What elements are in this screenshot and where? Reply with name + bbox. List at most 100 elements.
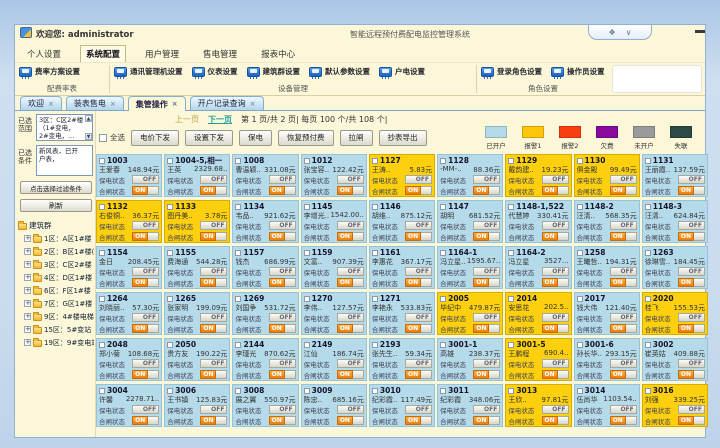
keep-power-toggle[interactable]: OFF bbox=[132, 359, 159, 368]
toolbar-button[interactable]: 电价下发 bbox=[131, 130, 179, 146]
card-checkbox[interactable] bbox=[508, 296, 514, 302]
next-page-link[interactable]: 下一页 bbox=[208, 114, 232, 125]
switch-state-toggle[interactable]: ON bbox=[405, 416, 432, 425]
ribbon-button[interactable]: 户电设置 bbox=[379, 66, 425, 77]
card-checkbox[interactable] bbox=[99, 388, 105, 394]
keep-power-toggle[interactable]: OFF bbox=[269, 359, 296, 368]
card-checkbox[interactable] bbox=[440, 342, 446, 348]
scroll-up-icon[interactable]: ▲ bbox=[85, 115, 92, 122]
switch-state-toggle[interactable]: ON bbox=[200, 370, 227, 379]
document-tab[interactable]: 集管操作 × bbox=[128, 96, 186, 111]
meter-card[interactable]: 1270 李伟.. 127.57元 保电状态 OFF 合闸状态 ON bbox=[301, 292, 367, 335]
keep-power-toggle[interactable]: OFF bbox=[473, 175, 500, 184]
meter-card[interactable]: 3013 王欣.. 97.81元 保电状态 OFF 合闸状态 ON bbox=[505, 384, 571, 427]
keep-power-toggle[interactable]: OFF bbox=[269, 221, 296, 230]
meter-card[interactable]: 2014 安思花 202.5.. 保电状态 OFF 合闸状态 ON bbox=[505, 292, 571, 335]
card-checkbox[interactable] bbox=[440, 204, 446, 210]
meter-card[interactable]: 3009 陈忠.. 685.16元 保电状态 OFF 合闸状态 ON bbox=[301, 384, 367, 427]
tree-item[interactable]: + 3区：C区2#楼（1 bbox=[18, 258, 94, 271]
keep-power-toggle[interactable]: OFF bbox=[473, 267, 500, 276]
switch-state-toggle[interactable]: ON bbox=[473, 232, 500, 241]
switch-state-toggle[interactable]: ON bbox=[337, 370, 364, 379]
meter-card[interactable]: 1004-5,相一 王英 2329.68.. 保电状态 OFF 合闸状态 ON bbox=[164, 154, 230, 197]
card-checkbox[interactable] bbox=[508, 204, 514, 210]
expand-plus-icon[interactable]: + bbox=[24, 248, 31, 255]
card-checkbox[interactable] bbox=[167, 204, 173, 210]
keep-power-toggle[interactable]: OFF bbox=[337, 359, 364, 368]
meter-card[interactable]: 1263 徐琳雪.. 184.45元 保电状态 OFF 合闸状态 ON bbox=[642, 246, 708, 289]
meter-card[interactable]: 2005 毕纪中 479.87元 保电状态 OFF 合闸状态 ON bbox=[437, 292, 503, 335]
meter-card[interactable]: 1003 王爱春 148.94元 保电状态 OFF 合闸状态 ON bbox=[96, 154, 162, 197]
switch-state-toggle[interactable]: ON bbox=[405, 186, 432, 195]
meter-card[interactable]: 1164-2 冯立星 3527... 保电状态 OFF 合闸状态 ON bbox=[505, 246, 571, 289]
close-icon[interactable]: × bbox=[48, 100, 54, 108]
meter-card[interactable]: 1148-2 汪清.. 568.35元 保电状态 OFF 合闸状态 ON bbox=[574, 200, 640, 243]
toolbar-button[interactable]: 拉闸 bbox=[340, 130, 373, 146]
card-checkbox[interactable] bbox=[577, 250, 583, 256]
switch-state-toggle[interactable]: ON bbox=[200, 278, 227, 287]
switch-state-toggle[interactable]: ON bbox=[269, 232, 296, 241]
keep-power-toggle[interactable]: OFF bbox=[132, 221, 159, 230]
document-tab[interactable]: 装表售电 × bbox=[66, 96, 124, 110]
keep-power-toggle[interactable]: OFF bbox=[610, 359, 637, 368]
select-all[interactable]: 全选 bbox=[99, 132, 125, 143]
tree-item[interactable]: + 15区：5#变站（3# bbox=[18, 323, 94, 336]
card-checkbox[interactable] bbox=[508, 250, 514, 256]
switch-state-toggle[interactable]: ON bbox=[610, 370, 637, 379]
card-checkbox[interactable] bbox=[645, 296, 651, 302]
meter-card[interactable]: 1128 -MM-.. 88.36元 保电状态 OFF 合闸状态 ON bbox=[437, 154, 503, 197]
switch-state-toggle[interactable]: ON bbox=[132, 278, 159, 287]
switch-state-toggle[interactable]: ON bbox=[269, 324, 296, 333]
expand-plus-icon[interactable]: + bbox=[24, 313, 31, 320]
meter-card[interactable]: 1265 张家明 199.09元 保电状态 OFF 合闸状态 ON bbox=[164, 292, 230, 335]
meter-card[interactable]: 2050 贵方友 190.22元 保电状态 OFF 合闸状态 ON bbox=[164, 338, 230, 381]
switch-state-toggle[interactable]: ON bbox=[337, 232, 364, 241]
menu-tab[interactable]: 系统配置 bbox=[80, 45, 126, 62]
meter-card[interactable]: 3016 刘强 339.25元 保电状态 OFF 合闸状态 ON bbox=[642, 384, 708, 427]
meter-card[interactable]: 3011 纪彩霞 348.06元 保电状态 OFF 合闸状态 ON bbox=[437, 384, 503, 427]
chevron-down-icon[interactable]: ∨ bbox=[626, 28, 632, 37]
switch-state-toggle[interactable]: ON bbox=[610, 278, 637, 287]
keep-power-toggle[interactable]: OFF bbox=[405, 313, 432, 322]
card-checkbox[interactable] bbox=[372, 204, 378, 210]
keep-power-toggle[interactable]: OFF bbox=[542, 405, 569, 414]
meter-card[interactable]: 1129 戴韵建.. 19.23元 保电状态 OFF 合闸状态 ON bbox=[505, 154, 571, 197]
meter-card[interactable]: 1145 李增光.. 1542.00.. 保电状态 OFF 合闸状态 ON bbox=[301, 200, 367, 243]
meter-card[interactable]: 3002 崔英姑 409.88元 保电状态 OFF 合闸状态 ON bbox=[642, 338, 708, 381]
meter-card[interactable]: 1146 胡维.. 875.12元 保电状态 OFF 合闸状态 ON bbox=[369, 200, 435, 243]
meter-card[interactable]: 1133 图丹美.. 3.78元 保电状态 OFF 合闸状态 ON bbox=[164, 200, 230, 243]
refresh-button[interactable]: 刷新 bbox=[20, 199, 92, 212]
card-checkbox[interactable] bbox=[167, 158, 173, 164]
card-checkbox[interactable] bbox=[508, 342, 514, 348]
expand-plus-icon[interactable]: + bbox=[24, 326, 31, 333]
meter-card[interactable]: 2193 张先生.. 59.34元 保电状态 OFF 合闸状态 ON bbox=[369, 338, 435, 381]
card-checkbox[interactable] bbox=[235, 342, 241, 348]
switch-state-toggle[interactable]: ON bbox=[473, 324, 500, 333]
selected-range-box[interactable]: 3区：C区2#楼（1#变电，2#变电，... ▲ ▼ bbox=[36, 114, 93, 141]
keep-power-toggle[interactable]: OFF bbox=[269, 313, 296, 322]
tree-item[interactable]: + 9区：4#楼电梯（4 bbox=[18, 310, 94, 323]
card-checkbox[interactable] bbox=[235, 158, 241, 164]
card-checkbox[interactable] bbox=[304, 204, 310, 210]
meter-card[interactable]: 2017 钱大伟 121.40元 保电状态 OFF 合闸状态 ON bbox=[574, 292, 640, 335]
meter-card[interactable]: 1130 俱金殿 99.49元 保电状态 OFF 合闸状态 ON bbox=[574, 154, 640, 197]
keep-power-toggle[interactable]: OFF bbox=[269, 267, 296, 276]
menu-tab[interactable]: 售电管理 bbox=[198, 46, 242, 62]
meter-card[interactable]: 1147 胡明 681.52元 保电状态 OFF 合闸状态 ON bbox=[437, 200, 503, 243]
toolbar-button[interactable]: 抄表导出 bbox=[379, 130, 427, 146]
card-checkbox[interactable] bbox=[577, 296, 583, 302]
toolbar-button[interactable]: 保电 bbox=[239, 130, 272, 146]
card-checkbox[interactable] bbox=[304, 342, 310, 348]
card-checkbox[interactable] bbox=[167, 250, 173, 256]
keep-power-toggle[interactable]: OFF bbox=[610, 405, 637, 414]
switch-state-toggle[interactable]: ON bbox=[542, 278, 569, 287]
keep-power-toggle[interactable]: OFF bbox=[337, 313, 364, 322]
card-checkbox[interactable] bbox=[440, 388, 446, 394]
ribbon-button[interactable]: 费率方案设置 bbox=[19, 66, 80, 77]
card-checkbox[interactable] bbox=[645, 204, 651, 210]
keep-power-toggle[interactable]: OFF bbox=[678, 267, 705, 276]
scroll-down-icon[interactable]: ▼ bbox=[85, 133, 92, 140]
keep-power-toggle[interactable]: OFF bbox=[473, 405, 500, 414]
toolbar-button[interactable]: 设置下发 bbox=[185, 130, 233, 146]
meter-card[interactable]: 1159 文富.. 907.39元 保电状态 OFF 合闸状态 ON bbox=[301, 246, 367, 289]
